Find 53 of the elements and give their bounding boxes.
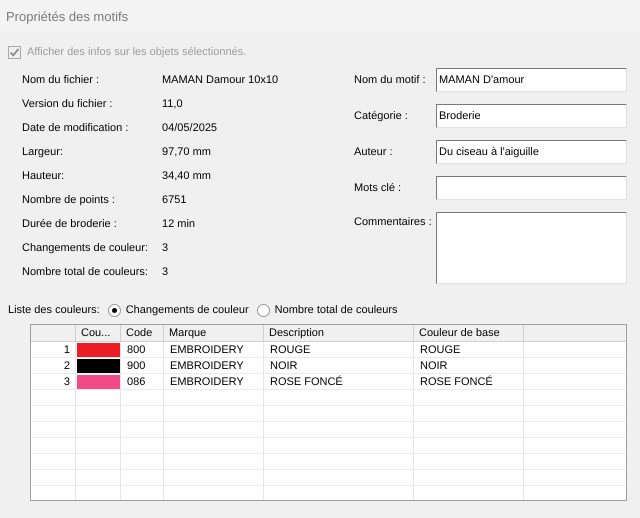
comments-field[interactable] — [436, 212, 627, 284]
table-cell: ROSE FONCÉ — [270, 376, 343, 388]
table-cell: NOIR — [270, 360, 298, 372]
property-label: Changements de couleur: — [22, 242, 149, 254]
column-header[interactable]: Marque — [169, 327, 206, 339]
property-label: Hauteur: — [22, 170, 66, 182]
row-number: 2 — [64, 360, 70, 372]
radio-option[interactable]: Nombre total de couleurs — [256, 304, 398, 316]
table-cell: EMBROIDERY — [170, 344, 244, 356]
field-label: Commentaires : — [354, 216, 433, 228]
window-title: Propriétés des motifs — [6, 8, 128, 24]
table-cell: ROSE FONCÉ — [420, 376, 493, 388]
property-value: 34,40 mm — [162, 170, 211, 182]
column-header[interactable]: Cou... — [81, 327, 110, 339]
checkbox-label: Afficher des infos sur les objets sélectionnés. — [27, 46, 246, 58]
input-field[interactable] — [436, 176, 627, 200]
radio-option[interactable]: Changements de couleur — [108, 304, 249, 316]
property-value: 6751 — [162, 194, 186, 206]
field-label: Catégorie : — [354, 110, 409, 122]
property-label: Date de modification : — [22, 122, 130, 134]
input-field[interactable]: Du ciseau à l'aiguille — [436, 140, 627, 164]
field-label: Auteur : — [354, 146, 394, 158]
table-cell: EMBROIDERY — [170, 376, 244, 388]
table-cell: ROUGE — [420, 344, 460, 356]
property-value: 04/05/2025 — [162, 122, 218, 134]
property-value: 3 — [162, 242, 168, 254]
table-cell: 900 — [127, 360, 146, 372]
input-field[interactable]: MAMAN D'amour — [436, 68, 627, 92]
table-cell: 800 — [127, 344, 146, 356]
property-value: 3 — [162, 266, 168, 278]
input-field[interactable]: Broderie — [436, 104, 627, 128]
property-label: Durée de broderie : — [22, 218, 118, 230]
column-header[interactable]: Couleur de base — [419, 327, 500, 339]
table-cell: NOIR — [420, 360, 448, 372]
property-label: Largeur: — [22, 146, 64, 158]
color-list-label: Liste des couleurs: — [8, 304, 100, 316]
property-value: MAMAN Damour 10x10 — [162, 74, 278, 86]
property-value: 12 min — [162, 218, 196, 230]
table-cell: 086 — [127, 376, 146, 388]
field-label: Nom du motif : — [354, 74, 427, 86]
table-cell: EMBROIDERY — [170, 360, 244, 372]
property-label: Version du fichier : — [22, 98, 114, 110]
table-cell: ROUGE — [270, 344, 310, 356]
property-label: Nombre de points : — [22, 194, 116, 206]
property-value: 11,0 — [162, 98, 183, 110]
property-label: Nombre total de couleurs: — [22, 266, 149, 278]
property-value: 97,70 mm — [162, 146, 211, 158]
row-number: 1 — [64, 344, 70, 356]
column-header[interactable]: Description — [269, 327, 324, 339]
column-header[interactable]: Code — [126, 327, 152, 339]
property-label: Nom du fichier : — [22, 74, 100, 86]
field-label: Mots clé : — [354, 182, 402, 194]
row-number: 3 — [64, 376, 70, 388]
